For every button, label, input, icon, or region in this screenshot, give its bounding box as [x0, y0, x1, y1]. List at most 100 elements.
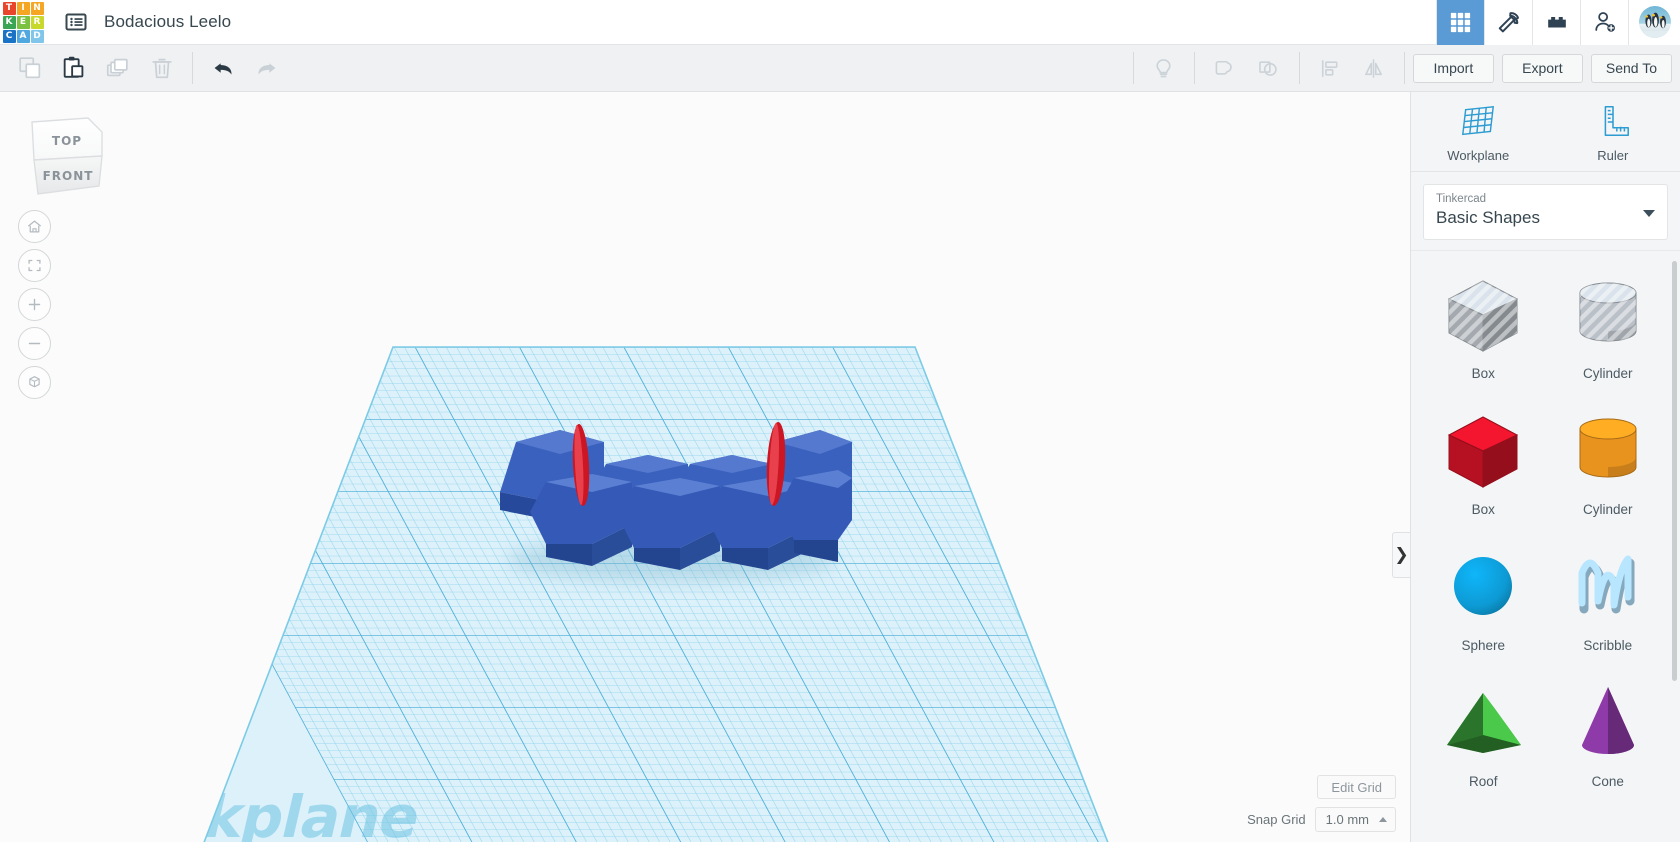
fit-to-view-button[interactable] — [18, 249, 51, 282]
toolbar-divider-5 — [1403, 52, 1405, 84]
shape-cylinder-orange[interactable]: Cylinder — [1546, 401, 1671, 523]
workplane-grid-icon — [1462, 105, 1495, 136]
snap-grid-row: Snap Grid 1.0 mm — [1247, 807, 1396, 832]
shape-box-red[interactable]: Box — [1421, 401, 1546, 523]
shape-library-dropdown[interactable]: Tinkercad Basic Shapes — [1423, 184, 1668, 240]
send-to-button[interactable]: Send To — [1590, 53, 1672, 83]
group-button[interactable] — [1203, 45, 1247, 92]
undo-button[interactable] — [201, 45, 245, 92]
home-view-button[interactable] — [18, 210, 51, 243]
grid-view-button[interactable] — [1436, 0, 1484, 45]
logo-cell-i: I — [16, 1, 30, 15]
logo-cell-k: K — [2, 15, 16, 29]
import-button[interactable]: Import — [1412, 53, 1494, 83]
logo-cell-c: C — [2, 29, 16, 43]
snap-grid-value: 1.0 mm — [1325, 812, 1369, 827]
shape-label: Sphere — [1461, 637, 1506, 653]
shape-label: Cone — [1591, 773, 1624, 789]
box-icon — [1437, 407, 1529, 493]
3d-canvas[interactable]: Workplane TOP FRONT Edit Grid Snap Grid … — [0, 92, 1410, 842]
shape-tool-group — [1125, 45, 1413, 92]
workplane-grid: Workplane — [200, 346, 1112, 842]
shape-label: Box — [1471, 501, 1495, 517]
shape-palette-scrollbar[interactable] — [1672, 260, 1677, 681]
shape-scribble[interactable]: Scribble — [1546, 537, 1671, 659]
panel-collapse-toggle[interactable]: ❯ — [1392, 532, 1410, 578]
zoom-out-button[interactable] — [18, 327, 51, 360]
box-icon — [1437, 271, 1529, 357]
logo-cell-t: T — [2, 1, 16, 15]
shape-label: Roof — [1468, 773, 1498, 789]
view-cube[interactable]: TOP FRONT — [20, 110, 103, 195]
invite-people-button[interactable] — [1580, 0, 1628, 45]
codeblocks-button[interactable] — [1484, 0, 1532, 45]
align-button[interactable] — [1308, 45, 1352, 92]
toolbar-divider-3 — [1193, 52, 1195, 84]
shape-grid: Box Cylinder Box Cylinder Sphere Scribble Roof… — [1411, 265, 1680, 815]
library-name: Basic Shapes — [1436, 207, 1540, 227]
logo-cell-d: D — [30, 29, 44, 43]
workplane-wrapper: Workplane — [0, 92, 1410, 842]
cylinder-icon — [1562, 407, 1654, 493]
io-button-group: Import Export Send To — [1412, 45, 1680, 92]
library-dropdown-wrap: Tinkercad Basic Shapes — [1411, 172, 1680, 250]
shape-label: Cylinder — [1582, 365, 1633, 381]
project-title[interactable]: Bodacious Leelo — [104, 12, 231, 32]
shape-sphere-blue[interactable]: Sphere — [1421, 537, 1546, 659]
cylinder-icon — [1562, 271, 1654, 357]
ruler-tool-label: Ruler — [1597, 148, 1629, 163]
right-panel: Workplane Ruler Tinkercad Basic Shapes B… — [1410, 92, 1680, 842]
user-avatar-button[interactable] — [1628, 0, 1680, 45]
paste-button[interactable] — [52, 45, 96, 92]
viewcube-top-label: TOP — [52, 134, 82, 148]
mirror-button[interactable] — [1352, 45, 1396, 92]
shape-palette: Box Cylinder Box Cylinder Sphere Scribble Roof… — [1411, 249, 1680, 842]
edit-grid-button[interactable]: Edit Grid — [1317, 775, 1396, 799]
grid-controls: Edit Grid Snap Grid 1.0 mm — [1247, 775, 1396, 832]
edit-tool-group — [0, 45, 289, 92]
app-header: TINKERCAD Bodacious Leelo — [0, 0, 1680, 45]
snap-grid-label: Snap Grid — [1247, 812, 1306, 827]
shape-label: Scribble — [1583, 637, 1633, 653]
view-nav-controls — [18, 210, 51, 399]
panel-tool-row: Workplane Ruler — [1411, 92, 1680, 172]
roof-icon — [1437, 679, 1529, 765]
main-toolbar: Import Export Send To — [0, 45, 1680, 92]
shape-cone-purple[interactable]: Cone — [1546, 673, 1671, 795]
snap-grid-select[interactable]: 1.0 mm — [1314, 807, 1396, 832]
logo-cell-e: E — [16, 15, 30, 29]
toolbar-divider — [192, 52, 193, 84]
tinkercad-logo[interactable]: TINKERCAD — [0, 0, 46, 45]
redo-button[interactable] — [245, 45, 289, 92]
header-right-buttons — [1436, 0, 1680, 45]
help-button[interactable] — [1142, 45, 1186, 92]
toolbar-divider-4 — [1298, 52, 1300, 84]
caret-up-icon — [1379, 817, 1387, 822]
shape-label: Cylinder — [1582, 501, 1633, 517]
export-button[interactable]: Export — [1501, 53, 1583, 83]
blocks-button[interactable] — [1532, 0, 1580, 45]
tinkercad-app: TINKERCAD Bodacious Leelo Import Export … — [0, 0, 1680, 842]
workplane-tool-label: Workplane — [1447, 148, 1510, 163]
shape-box-hole[interactable]: Box — [1421, 265, 1546, 387]
copy-button[interactable] — [8, 45, 52, 92]
avatar — [1638, 6, 1671, 38]
duplicate-button[interactable] — [96, 45, 140, 92]
zoom-in-button[interactable] — [18, 288, 51, 321]
shape-roof-green[interactable]: Roof — [1421, 673, 1546, 795]
shape-cylinder-hole[interactable]: Cylinder — [1546, 265, 1671, 387]
library-provider: Tinkercad — [1436, 193, 1487, 205]
logo-cell-r: R — [30, 15, 44, 29]
document-list-icon[interactable] — [64, 10, 88, 34]
ruler-tool[interactable]: Ruler — [1546, 103, 1680, 163]
ungroup-button[interactable] — [1247, 45, 1291, 92]
logo-letter-grid: TINKERCAD — [2, 1, 44, 43]
sphere-icon — [1437, 543, 1529, 629]
logo-cell-n: N — [30, 1, 44, 15]
ortho-perspective-toggle[interactable] — [18, 366, 51, 399]
toolbar-divider-2 — [1132, 52, 1134, 84]
ruler-icon — [1604, 106, 1629, 137]
delete-button[interactable] — [140, 45, 184, 92]
workplane-tool[interactable]: Workplane — [1411, 103, 1546, 163]
logo-cell-a: A — [16, 29, 30, 43]
